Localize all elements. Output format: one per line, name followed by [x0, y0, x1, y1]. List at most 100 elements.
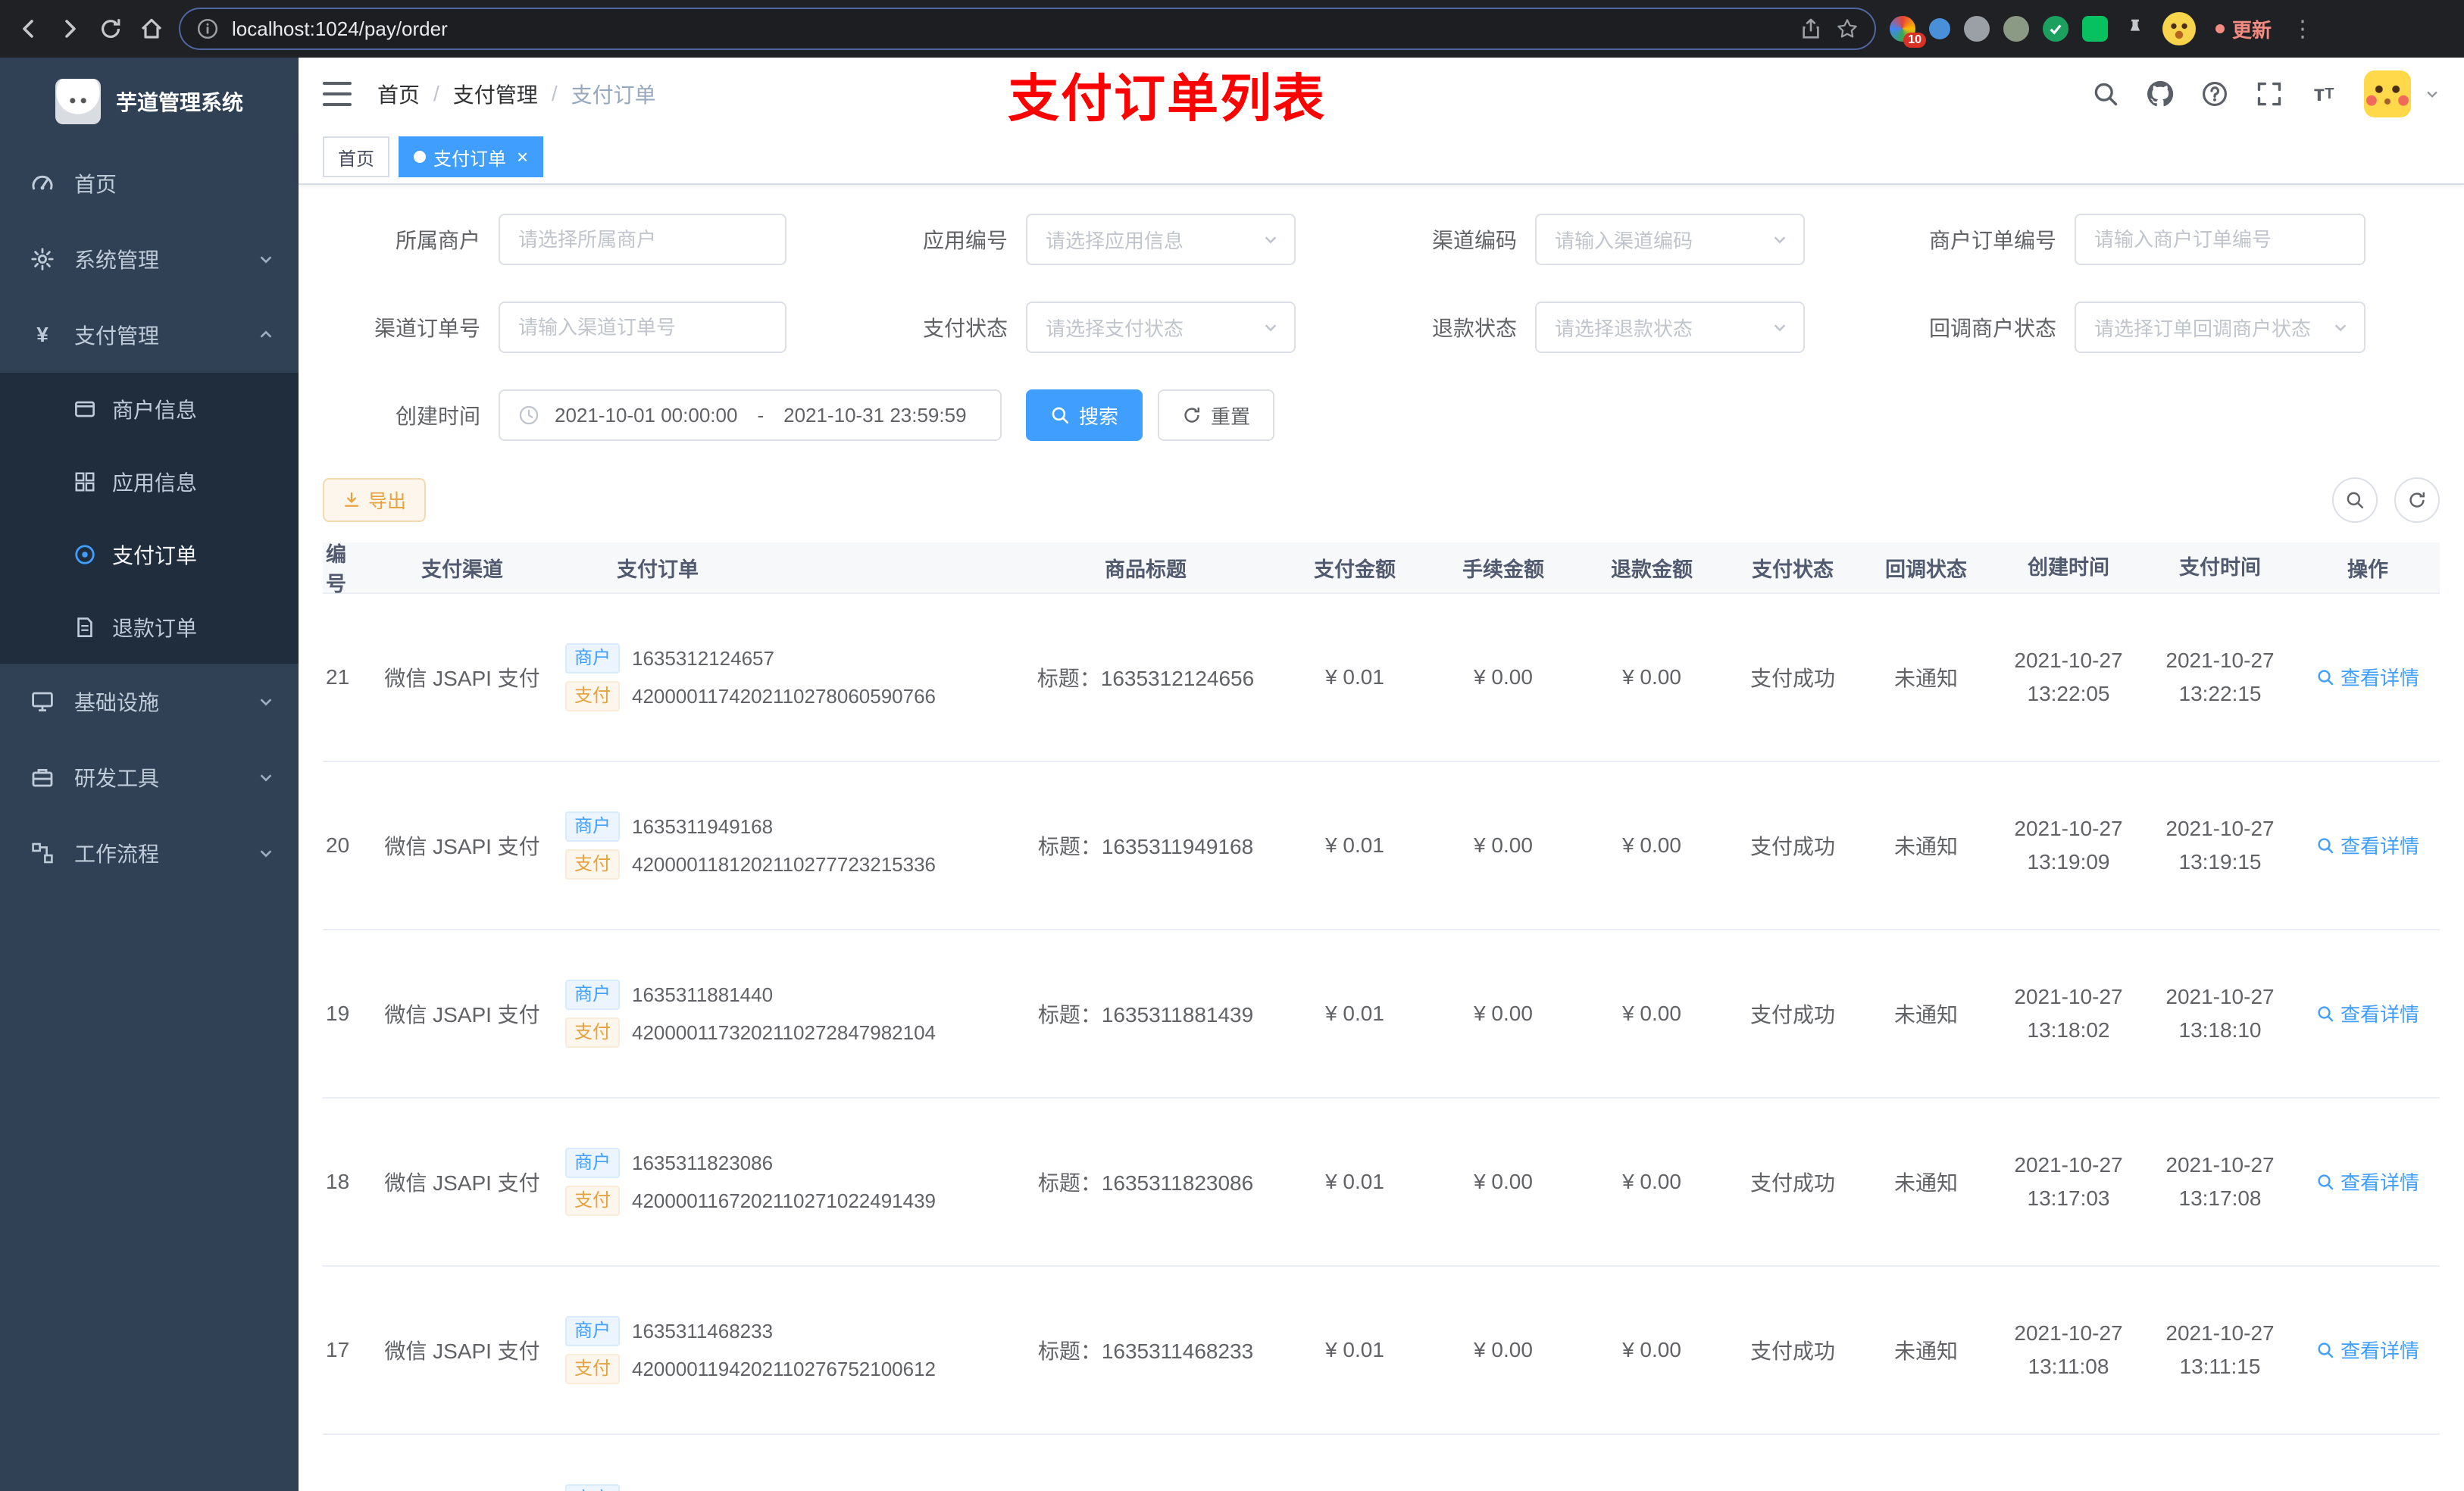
update-dot	[2215, 24, 2225, 33]
table-row[interactable]: 17 微信 JSAPI 支付 商户 1635311468233 支付 42000…	[323, 1267, 2440, 1435]
filter-create-time: 创建时间 2021-10-01 00:00:00 - 2021-10-31 23…	[323, 389, 1002, 441]
extension-icon-5[interactable]	[2043, 16, 2068, 42]
merchant-order-line: 商户 1635311468233	[565, 1316, 1002, 1346]
table-row[interactable]: 18 微信 JSAPI 支付 商户 1635311823086 支付 42000…	[323, 1099, 2440, 1267]
chevron-down-icon	[1771, 319, 1788, 336]
browser-menu-icon[interactable]: ⋮	[2291, 16, 2314, 42]
help-icon[interactable]	[2200, 80, 2229, 108]
breadcrumb-home[interactable]: 首页	[377, 79, 420, 109]
sidebar-item-home[interactable]: 首页	[0, 145, 299, 221]
export-button[interactable]: 导出	[323, 478, 427, 522]
pay-order-no: 4200001174202110278060590766	[632, 684, 937, 708]
sidebar-item-app-info[interactable]: 应用信息	[0, 445, 299, 518]
bookmark-star-icon[interactable]	[1835, 17, 1859, 41]
cell-pay-time: 2021-10-27 13:18:10	[2165, 985, 2275, 1042]
pay-tag: 支付	[565, 1186, 620, 1216]
forward-icon[interactable]	[56, 15, 83, 42]
sidebar-item-payment[interactable]: ¥ 支付管理	[0, 297, 299, 373]
merchant-order-line: 商户 1635312124657	[565, 643, 1002, 674]
site-info-icon[interactable]	[195, 17, 220, 41]
address-bar[interactable]: localhost:1024/pay/order	[179, 8, 1876, 50]
cell-status: 支付成功	[1750, 1171, 1835, 1195]
extensions-pin-icon[interactable]	[2122, 15, 2149, 42]
extension-icon-6[interactable]	[2082, 16, 2108, 42]
refund-status-select[interactable]: 请选择退款状态	[1535, 302, 1805, 353]
sidebar-toggle-icon[interactable]	[323, 82, 352, 106]
sidebar-item-pay-order[interactable]: 支付订单	[0, 518, 299, 591]
notify-status-select[interactable]: 请选择订单回调商户状态	[2075, 302, 2366, 353]
reload-icon[interactable]	[97, 15, 124, 42]
channel-code-select[interactable]: 请输入渠道编码	[1535, 214, 1805, 265]
channel-order-no-input[interactable]	[499, 302, 786, 353]
select-placeholder: 请输入渠道编码	[1555, 229, 1693, 252]
table-row[interactable]: 19 微信 JSAPI 支付 商户 1635311881440 支付 42000…	[323, 930, 2440, 1099]
filter-refund-status: 退款状态 请选择退款状态	[1347, 302, 1805, 353]
reset-button[interactable]: 重置	[1158, 389, 1275, 441]
view-detail-link[interactable]: 查看详情	[2316, 831, 2419, 859]
app-logo-row[interactable]: 芋道管理系统	[0, 58, 299, 145]
filter-label: 渠道编码	[1431, 229, 1517, 252]
sidebar-item-infra[interactable]: 基础设施	[0, 664, 299, 739]
user-avatar[interactable]	[2364, 70, 2411, 117]
date-start[interactable]: 2021-10-01 00:00:00	[555, 404, 737, 427]
merchant-order-line: 商户 1635311881440	[565, 980, 1002, 1010]
url-text[interactable]: localhost:1024/pay/order	[232, 17, 1787, 41]
breadcrumb: 首页 / 支付管理 / 支付订单	[377, 79, 656, 109]
extension-icon-2[interactable]	[1929, 18, 1950, 39]
merchant-input[interactable]	[499, 214, 786, 265]
breadcrumb-payment[interactable]: 支付管理	[453, 79, 538, 109]
font-size-icon[interactable]: тT	[2309, 80, 2338, 108]
sidebar-item-workflow[interactable]: 工作流程	[0, 815, 299, 891]
col-create-time: 创建时间	[2028, 556, 2109, 579]
filter-label: 创建时间	[395, 405, 480, 428]
home-icon[interactable]	[138, 15, 165, 42]
github-icon[interactable]	[2146, 80, 2175, 108]
document-icon	[73, 615, 97, 639]
cell-notify: 未通知	[1893, 1171, 1958, 1195]
cell-refund: ¥ 0.00	[1622, 1338, 1681, 1361]
extension-icon-4[interactable]	[2003, 16, 2029, 42]
pay-status-select[interactable]: 请选择支付状态	[1026, 302, 1296, 353]
browser-profile-avatar[interactable]	[2162, 12, 2196, 45]
filter-label: 退款状态	[1431, 317, 1517, 340]
update-button[interactable]: 更新	[2209, 15, 2278, 43]
sidebar-item-refund-order[interactable]: 退款订单	[0, 591, 299, 664]
cell-amount: ¥ 0.01	[1325, 1170, 1384, 1193]
extension-icon-3[interactable]	[1964, 16, 1990, 42]
view-detail-link[interactable]: 查看详情	[2316, 1167, 2419, 1196]
close-icon[interactable]: ×	[517, 147, 528, 167]
table-row[interactable]: 商户 1635311415736 支付 查看详情	[323, 1435, 2440, 1491]
sidebar-item-devtools[interactable]: 研发工具	[0, 739, 299, 815]
app-select[interactable]: 请选择应用信息	[1026, 214, 1296, 265]
tab-home[interactable]: 首页	[323, 136, 389, 177]
cell-pay-channel: 微信 JSAPI 支付	[384, 835, 540, 858]
fullscreen-icon[interactable]	[2255, 80, 2284, 108]
tab-pay-order[interactable]: 支付订单 ×	[399, 136, 544, 177]
view-detail-link[interactable]: 查看详情	[2316, 999, 2419, 1027]
chevron-down-icon	[258, 251, 274, 267]
view-detail-link[interactable]: 查看详情	[2316, 1336, 2419, 1364]
table-row[interactable]: 20 微信 JSAPI 支付 商户 1635311949168 支付 42000…	[323, 762, 2440, 930]
sidebar-item-label: 应用信息	[112, 471, 198, 495]
caret-down-icon[interactable]	[2425, 86, 2440, 102]
sidebar-item-system[interactable]: 系统管理	[0, 221, 299, 297]
filter-channel-code: 渠道编码 请输入渠道编码	[1347, 214, 1805, 265]
active-tab-dot	[414, 151, 426, 163]
share-icon[interactable]	[1799, 17, 1823, 41]
filter-pay-status: 支付状态 请选择支付状态	[838, 302, 1296, 353]
view-detail-label: 查看详情	[2340, 667, 2419, 690]
toggle-search-button[interactable]	[2332, 477, 2378, 523]
date-end[interactable]: 2021-10-31 23:59:59	[783, 404, 966, 427]
refresh-button[interactable]	[2394, 477, 2440, 523]
search-icon[interactable]	[2091, 80, 2120, 108]
right-toolbar	[2332, 477, 2440, 523]
back-icon[interactable]	[15, 15, 42, 42]
view-detail-link[interactable]: 查看详情	[2316, 663, 2419, 691]
create-time-range-picker[interactable]: 2021-10-01 00:00:00 - 2021-10-31 23:59:5…	[499, 389, 1002, 441]
search-button[interactable]: 搜索	[1026, 389, 1143, 441]
extension-icon-1[interactable]: 10	[1890, 16, 1926, 48]
select-placeholder: 请选择应用信息	[1046, 229, 1184, 252]
sidebar-item-merchant-info[interactable]: 商户信息	[0, 373, 299, 445]
merchant-order-no-input[interactable]	[2075, 214, 2366, 265]
table-row[interactable]: 21 微信 JSAPI 支付 商户 1635312124657 支付 42000…	[323, 594, 2440, 762]
